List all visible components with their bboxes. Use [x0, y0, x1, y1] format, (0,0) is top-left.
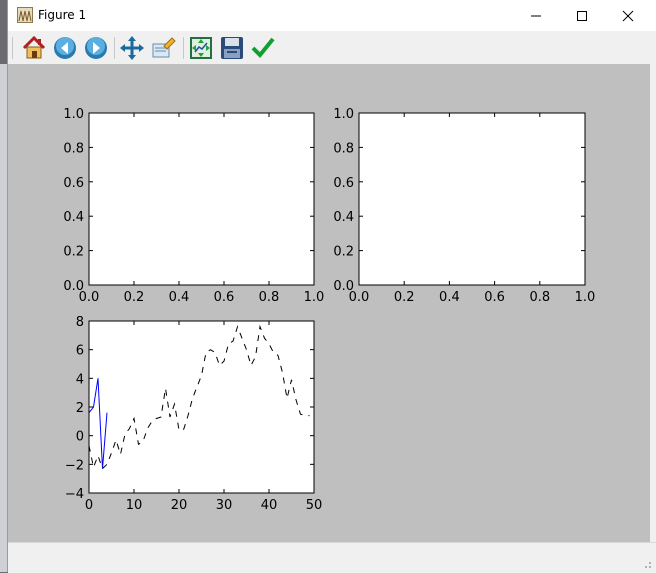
y-tick-label: 0.4	[63, 210, 84, 225]
x-tick-label: 0.2	[124, 290, 145, 305]
y-tick-label: 0.0	[63, 279, 84, 294]
save-button[interactable]	[219, 35, 245, 61]
x-tick-label: 1.0	[304, 290, 325, 305]
x-tick-label: 30	[216, 498, 233, 513]
resize-grip-icon[interactable]	[642, 559, 652, 569]
subplots-button[interactable]	[188, 35, 214, 61]
y-tick-label: 6	[76, 344, 84, 359]
zoom-icon	[152, 37, 176, 58]
x-tick-label: 10	[126, 498, 143, 513]
figure-window: Figure 1 0.0 0.2 0.4 0.6 0.8 1.0 0.0 0.2…	[7, 0, 656, 573]
y-tick-label: 0.6	[333, 176, 354, 191]
minimize-button[interactable]	[513, 0, 559, 31]
y-tick-label: 0.6	[63, 176, 84, 191]
y-tick-label: 0.2	[333, 245, 354, 260]
plot-area	[359, 113, 585, 285]
y-tick-label: 0.2	[63, 245, 84, 260]
navigation-toolbar	[8, 31, 656, 64]
close-button[interactable]	[605, 0, 651, 31]
x-tick-label: 0.8	[529, 290, 550, 305]
plot-area	[89, 113, 314, 285]
matplotlib-app-icon	[17, 7, 33, 23]
axes-1: 0.0 0.2 0.4 0.6 0.8 1.00.00.20.40.60.81.0	[63, 107, 324, 305]
x-tick-label: 0.6	[214, 290, 235, 305]
axes-3: 0 10 20 30 40 50 −4 −2 0 2 4 6 8	[65, 315, 322, 513]
plot-area	[89, 321, 314, 493]
y-tick-label: −4	[65, 487, 84, 502]
title-bar[interactable]: Figure 1	[8, 0, 656, 31]
y-tick-label: 0.8	[333, 141, 354, 156]
edit-checkmark-icon	[251, 37, 275, 58]
y-tick-label: 4	[76, 372, 84, 387]
save-icon	[221, 37, 243, 59]
y-tick-label: 1.0	[333, 107, 354, 122]
x-tick-label: 20	[171, 498, 188, 513]
y-tick-label: 0	[76, 430, 84, 445]
minimize-icon	[531, 15, 541, 17]
forward-arrow-icon	[85, 37, 107, 59]
y-tick-label: 1.0	[63, 107, 84, 122]
figure-svg: 0.0 0.2 0.4 0.6 0.8 1.00.00.20.40.60.81.00.0 0…	[63, 107, 595, 513]
toolbar-grip	[12, 37, 13, 59]
maximize-button[interactable]	[559, 0, 605, 31]
toolbar-separator	[114, 37, 115, 59]
edit-parameters-button[interactable]	[250, 35, 276, 61]
figure-canvas[interactable]: 0.0 0.2 0.4 0.6 0.8 1.0 0.0 0.2 0.4 0.6 0.8 1.0 0.0 0…	[8, 64, 650, 542]
x-tick-label: 50	[306, 498, 323, 513]
maximize-icon	[577, 11, 587, 21]
back-arrow-icon	[54, 37, 76, 59]
y-tick-label: 2	[76, 401, 84, 416]
home-button[interactable]	[21, 35, 47, 61]
home-icon	[22, 35, 46, 59]
zoom-button[interactable]	[150, 35, 176, 61]
pan-icon	[120, 36, 144, 60]
x-tick-label: 0.6	[484, 290, 505, 305]
axes-2: 0.0 0.2 0.4 0.6 0.8 1.00.00.20.40.60.81.0	[333, 107, 595, 305]
subplots-icon	[190, 37, 212, 59]
pan-button[interactable]	[119, 35, 145, 61]
x-tick-label: 0.2	[394, 290, 415, 305]
y-tick-label: 0.8	[63, 141, 84, 156]
y-tick-label: 0.0	[333, 279, 354, 294]
desktop-background	[0, 64, 7, 572]
x-tick-label: 0.4	[169, 290, 190, 305]
x-tick-label: 0	[85, 498, 93, 513]
x-tick-label: 0.4	[439, 290, 460, 305]
x-tick-label: 0.8	[259, 290, 280, 305]
y-tick-label: −2	[65, 458, 84, 473]
back-button[interactable]	[52, 35, 78, 61]
forward-button[interactable]	[83, 35, 109, 61]
close-icon	[622, 10, 634, 22]
status-bar	[8, 542, 656, 573]
toolbar-separator	[183, 37, 184, 59]
y-tick-label: 0.4	[333, 210, 354, 225]
window-title: Figure 1	[38, 8, 87, 22]
x-tick-label: 1.0	[575, 290, 596, 305]
y-tick-label: 8	[76, 315, 84, 330]
x-tick-label: 40	[261, 498, 278, 513]
